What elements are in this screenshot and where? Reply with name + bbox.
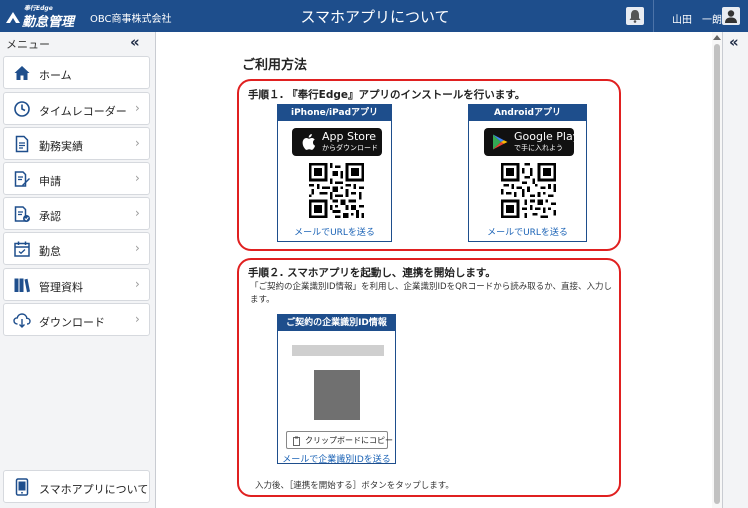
app-store-sublabel: からダウンロード (322, 144, 378, 152)
books-icon (14, 278, 30, 293)
menu-heading: メニュー (6, 38, 50, 51)
app-logo[interactable]: 奉行Edge 勤怠管理 (4, 3, 76, 30)
sidebar-item-management-docs[interactable]: 管理資料 › (3, 268, 150, 301)
sidebar-item-label: 勤怠 (39, 245, 61, 258)
chevron-right-icon: › (135, 277, 140, 291)
sidebar-item-request[interactable]: 申請 › (3, 162, 150, 195)
google-play-label: Google Play (514, 130, 580, 143)
chevron-right-icon: › (135, 136, 140, 150)
company-id-card-header: ご契約の企業識別ID情報 (278, 315, 395, 331)
bell-icon[interactable] (626, 7, 644, 25)
right-panel-expand-button[interactable]: « (729, 33, 739, 51)
sidebar-item-download[interactable]: ダウンロード › (3, 303, 150, 336)
step2-description: 「ご契約の企業識別ID情報」を利用し、企業識別IDをQRコードから読み取るか、直… (250, 282, 613, 305)
chevron-right-icon: › (135, 101, 140, 115)
ios-qr-code (309, 163, 364, 218)
company-id-qr-redacted (314, 370, 360, 420)
ios-send-url-link[interactable]: メールでURLを送る (278, 225, 391, 238)
apple-icon (302, 134, 316, 150)
sidebar-item-approval[interactable]: 承認 › (3, 197, 150, 230)
google-play-sublabel: で手に入れよう (514, 144, 563, 152)
usage-heading: ご利用方法 (242, 58, 308, 73)
ios-card-header: iPhone/iPadアプリ (278, 105, 391, 121)
send-company-id-link[interactable]: メールで企業識別IDを送る (278, 452, 395, 465)
logo-main-text: 勤怠管理 (22, 15, 75, 30)
sidebar-collapse-button[interactable]: « (130, 33, 140, 51)
step2-after-text: 入力後、［連携を開始する］ボタンをタップします。 (255, 481, 454, 491)
google-play-button[interactable]: Google Play で手に入れよう (484, 128, 579, 156)
right-panel-rail: « (722, 32, 748, 508)
android-send-url-link[interactable]: メールでURLを送る (469, 225, 586, 238)
android-app-card: Androidアプリ Google Play で手に入れよう メールでURLを送… (468, 104, 587, 242)
chevron-right-icon: › (135, 171, 140, 185)
app-store-button[interactable]: App Store からダウンロード (292, 128, 382, 156)
chevron-right-icon: › (135, 312, 140, 326)
sidebar-item-label: スマホアプリについて (39, 483, 149, 496)
scrollbar-thumb[interactable] (714, 44, 720, 504)
sidebar-item-label: 申請 (39, 175, 61, 188)
copy-to-clipboard-button[interactable]: クリップボードにコピー (286, 431, 393, 449)
sidebar-item-label: 承認 (39, 210, 61, 223)
company-id-card: ご契約の企業識別ID情報 クリップボードにコピー メールで企業識別IDを送る (277, 314, 396, 465)
sidebar-item-work-results[interactable]: 勤務実績 › (3, 127, 150, 160)
vertical-scrollbar[interactable] (712, 32, 722, 508)
sidebar-item-label: 勤務実績 (39, 140, 83, 153)
sidebar-item-attendance[interactable]: 勤怠 › (3, 232, 150, 265)
sidebar-item-time-recorder[interactable]: タイムレコーダー › (3, 92, 150, 125)
sidebar-item-label: 管理資料 (39, 281, 83, 294)
sidebar-item-smartphone-app[interactable]: スマホアプリについて (3, 470, 150, 503)
clock-icon (14, 101, 30, 117)
chevron-right-icon: › (135, 206, 140, 220)
app-header: 奉行Edge 勤怠管理 OBC商事株式会社 スマホアプリについて 山田 一朗 (0, 0, 748, 32)
sidebar-item-label: ホーム (39, 69, 72, 82)
edit-document-icon (14, 171, 30, 187)
user-avatar-icon[interactable] (722, 7, 740, 25)
copy-button-label: クリップボードにコピー (305, 436, 393, 445)
android-card-header: Androidアプリ (469, 105, 586, 121)
step1-title: 手順１. 『奉行Edge』アプリのインストールを行います。 (248, 89, 526, 101)
cloud-download-icon (13, 313, 31, 328)
clipboard-icon (293, 436, 300, 446)
company-name: OBC商事株式会社 (90, 14, 172, 25)
calendar-icon (14, 241, 30, 257)
document-icon (15, 135, 29, 153)
android-qr-code (501, 163, 556, 218)
header-divider (653, 0, 654, 32)
scroll-up-arrow-icon[interactable] (713, 35, 721, 40)
smartphone-icon (15, 478, 29, 496)
page-title: スマホアプリについて (300, 8, 450, 26)
sidebar: メニュー « ホーム タイムレコーダー › 勤務実績 › 申請 › 承認 › 勤… (0, 32, 156, 508)
logo-mark-icon (6, 12, 20, 23)
step2-title: 手順２. スマホアプリを起動し、連携を開始します。 (248, 267, 496, 279)
home-icon (14, 66, 30, 80)
company-id-redacted (292, 345, 384, 356)
approve-document-icon (14, 206, 30, 222)
sidebar-item-label: ダウンロード (39, 316, 105, 329)
ios-app-card: iPhone/iPadアプリ App Store からダウンロード メールでUR… (277, 104, 392, 242)
chevron-right-icon: › (135, 241, 140, 255)
sidebar-item-home[interactable]: ホーム (3, 56, 150, 89)
app-store-label: App Store (322, 130, 377, 143)
sidebar-item-label: タイムレコーダー (39, 105, 127, 118)
google-play-icon (493, 134, 508, 150)
user-name[interactable]: 山田 一朗 (672, 11, 722, 26)
